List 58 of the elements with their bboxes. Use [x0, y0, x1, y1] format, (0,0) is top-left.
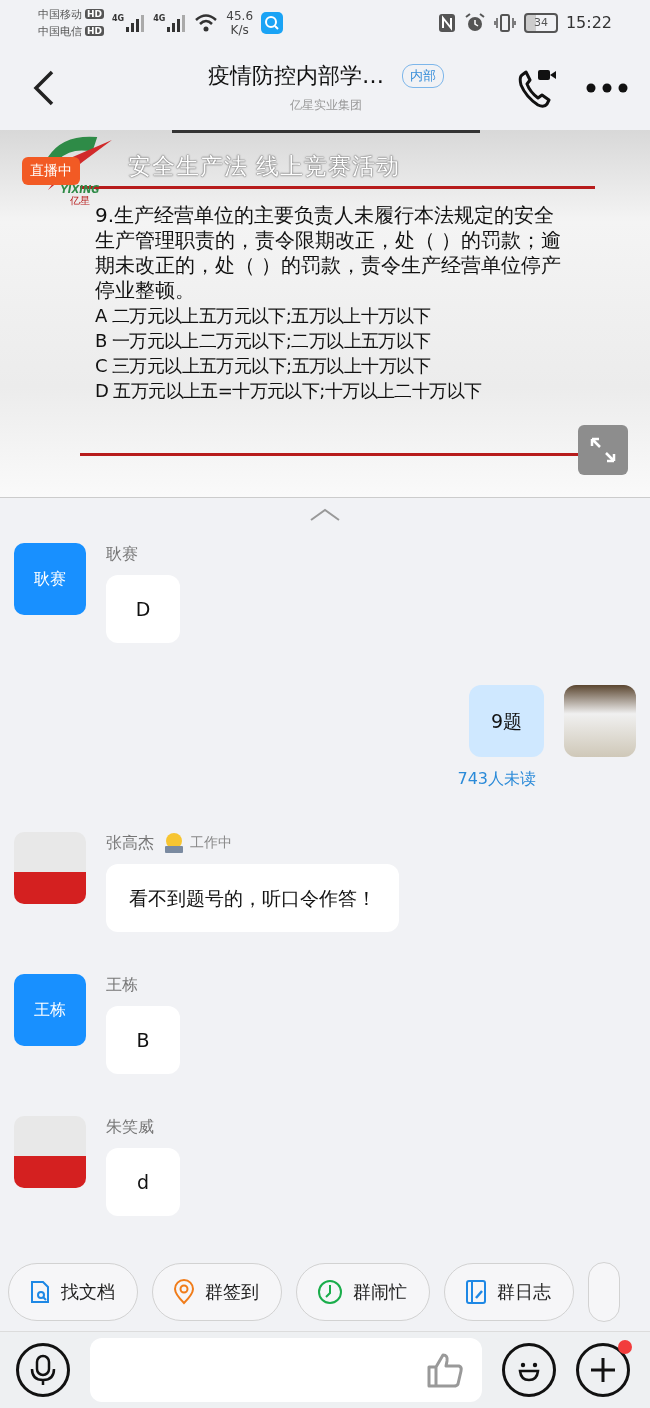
quick-action-chip[interactable]: 群日志: [444, 1263, 574, 1321]
network-label: 4G: [112, 13, 125, 23]
emoji-button[interactable]: [502, 1343, 556, 1397]
network-label: 4G: [153, 13, 166, 23]
nfc-icon: [437, 12, 456, 33]
avatar-photo[interactable]: [14, 1116, 86, 1188]
fullscreen-button[interactable]: [578, 425, 628, 475]
signal-icon: [125, 13, 146, 32]
clock-time: 15:22: [565, 13, 612, 32]
logo-caption: 亿星: [70, 195, 90, 206]
logo-text: YIXING: [60, 184, 100, 195]
avatar-photo[interactable]: [564, 685, 636, 757]
search-icon: [261, 11, 283, 34]
quick-action-chip[interactable]: 找文档: [8, 1263, 138, 1321]
carrier-name: 中国移动: [38, 6, 82, 22]
back-icon[interactable]: [32, 69, 56, 106]
answer-option: D 五万元以上五=十万元以下;十万以上二十万以下: [95, 378, 570, 403]
fullscreen-icon: [588, 435, 618, 465]
message-bubble: 看不到题号的，听口令作答！: [106, 864, 399, 932]
vibrate-icon: [493, 12, 516, 33]
chat-title: 疫情防控内部学…: [208, 62, 384, 90]
answer-option: C 三万元以上五万元以下;五万以上十万以下: [95, 353, 570, 378]
group-subtitle: 亿星实业集团: [290, 97, 362, 114]
avatar-photo[interactable]: [14, 832, 86, 904]
carrier-name: 中国电信: [38, 23, 82, 39]
speed-unit: K/s: [230, 22, 249, 37]
question-text: 9.生产经营单位的主要负责人未履行本法规定的安全生产管理职责的，责令限期改正，处（ ）的罚款；逾期未改正的，处（ ）的罚款，责令生产经营单位停产停业整顿。: [95, 203, 563, 303]
thumbs-up-icon[interactable]: [426, 1352, 464, 1388]
live-badge: 直播中: [22, 157, 80, 185]
message-bubble: D: [106, 575, 180, 643]
sender-name: 王栋: [106, 974, 138, 996]
laptop-face-icon: [162, 832, 186, 854]
signal-icon: [166, 13, 187, 32]
plus-icon: [588, 1355, 618, 1385]
network-speed: 45.6: [226, 8, 253, 23]
wifi-icon: [194, 12, 219, 33]
collapse-icon[interactable]: [309, 507, 341, 522]
sender-name: 张高杰: [106, 832, 154, 854]
battery-level: 34: [533, 16, 548, 29]
microphone-icon: [28, 1354, 58, 1386]
hd-label: HD: [85, 26, 104, 36]
work-status: 工作中: [190, 834, 232, 852]
quick-action-chip[interactable]: 群签到: [152, 1263, 282, 1321]
message-bubble: d: [106, 1148, 180, 1216]
sender-name: 耿赛: [106, 543, 138, 565]
message-bubble: 9题: [468, 685, 544, 757]
answer-option: B 一万元以上二万元以下;二万以上五万以下: [95, 328, 570, 353]
alarm-icon: [463, 12, 486, 33]
hd-label: HD: [85, 9, 104, 19]
answer-option: A 二万元以上五万元以下;五万以上十万以下: [95, 303, 570, 328]
sender-name: 朱笑威: [106, 1116, 154, 1138]
message-input[interactable]: [90, 1338, 482, 1402]
slide-title: 安全生产法 线上竞赛活动: [128, 152, 401, 181]
more-icon[interactable]: [586, 82, 628, 93]
quick-action-chip[interactable]: 群闹忙: [296, 1263, 430, 1321]
voice-button[interactable]: [16, 1343, 70, 1397]
internal-tag: 内部: [402, 64, 444, 88]
message-bubble: B: [106, 1006, 180, 1074]
